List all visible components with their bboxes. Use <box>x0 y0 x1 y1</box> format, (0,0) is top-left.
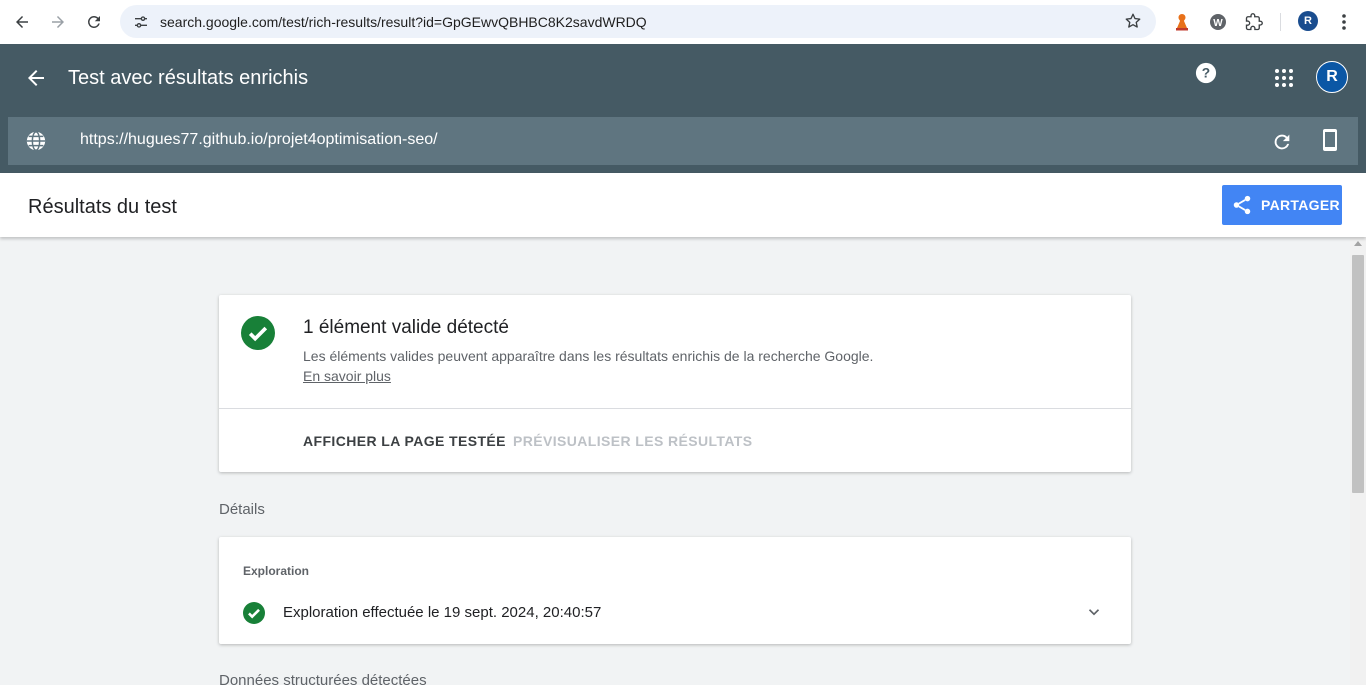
exploration-card[interactable]: Exploration Exploration effectuée le 19 … <box>219 537 1131 644</box>
results-content: 1 élément valide détecté Les éléments va… <box>0 237 1350 685</box>
site-info-icon[interactable] <box>124 14 158 30</box>
address-bar[interactable]: search.google.com/test/rich-results/resu… <box>120 5 1156 38</box>
apps-icon[interactable] <box>1274 68 1294 88</box>
learn-more-link[interactable]: En savoir plus <box>303 368 391 384</box>
valid-description-text: Les éléments valides peuvent apparaître … <box>303 348 874 364</box>
back-arrow-icon[interactable] <box>24 66 48 90</box>
browser-toolbar: search.google.com/test/rich-results/resu… <box>0 0 1366 44</box>
card-divider <box>219 408 1131 409</box>
chevron-down-icon[interactable] <box>1085 603 1103 621</box>
valid-items-title: 1 élément valide détecté <box>303 317 509 338</box>
scrollbar[interactable] <box>1350 237 1366 685</box>
share-label: PARTAGER <box>1261 197 1340 213</box>
account-avatar[interactable]: R <box>1316 61 1348 93</box>
browser-forward-icon[interactable] <box>40 4 76 40</box>
help-icon[interactable]: ? <box>1195 62 1217 84</box>
address-url[interactable]: search.google.com/test/rich-results/resu… <box>160 14 647 30</box>
valid-items-description: Les éléments valides peuvent apparaître … <box>303 346 883 386</box>
retest-reload-icon[interactable] <box>1271 131 1293 153</box>
bookmark-star-icon[interactable] <box>1124 12 1142 35</box>
check-circle-icon <box>243 602 265 624</box>
extensions-icon[interactable] <box>1243 11 1265 33</box>
extension-wappalyzer-icon[interactable]: W <box>1207 11 1229 33</box>
extension-chess-icon[interactable] <box>1171 11 1193 33</box>
exploration-heading: Exploration <box>243 564 310 578</box>
scroll-thumb[interactable] <box>1352 255 1364 493</box>
tested-url: https://hugues77.github.io/projet4optimi… <box>80 131 438 148</box>
app-title: Test avec résultats enrichis <box>68 67 309 89</box>
browser-menu-icon[interactable] <box>1333 11 1355 33</box>
view-tested-page-button[interactable]: AFFICHER LA PAGE TESTÉE <box>303 433 506 449</box>
globe-icon <box>25 130 47 152</box>
exploration-status: Exploration effectuée le 19 sept. 2024, … <box>283 604 602 621</box>
preview-results-button[interactable]: PRÉVISUALISER LES RÉSULTATS <box>513 433 753 449</box>
results-title: Résultats du test <box>28 196 177 218</box>
svg-text:W: W <box>1213 18 1223 29</box>
svg-text:?: ? <box>1202 66 1210 81</box>
share-icon <box>1233 195 1251 215</box>
browser-profile-avatar[interactable]: R <box>1298 11 1318 31</box>
mobile-icon[interactable] <box>1320 128 1340 152</box>
valid-items-card: 1 élément valide détecté Les éléments va… <box>219 295 1131 472</box>
share-button[interactable]: PARTAGER <box>1222 185 1342 225</box>
tested-url-bar: https://hugues77.github.io/projet4optimi… <box>8 117 1358 165</box>
browser-back-icon[interactable] <box>4 4 40 40</box>
structured-data-label: Données structurées détectées <box>219 672 427 685</box>
results-header: Résultats du test PARTAGER <box>0 173 1366 237</box>
app-header: Test avec résultats enrichis ? R https:/… <box>0 44 1366 173</box>
check-circle-icon <box>241 316 275 350</box>
toolbar-separator <box>1280 13 1281 31</box>
details-label: Détails <box>219 501 265 518</box>
scroll-up-arrow[interactable] <box>1354 241 1362 246</box>
browser-reload-icon[interactable] <box>76 4 112 40</box>
